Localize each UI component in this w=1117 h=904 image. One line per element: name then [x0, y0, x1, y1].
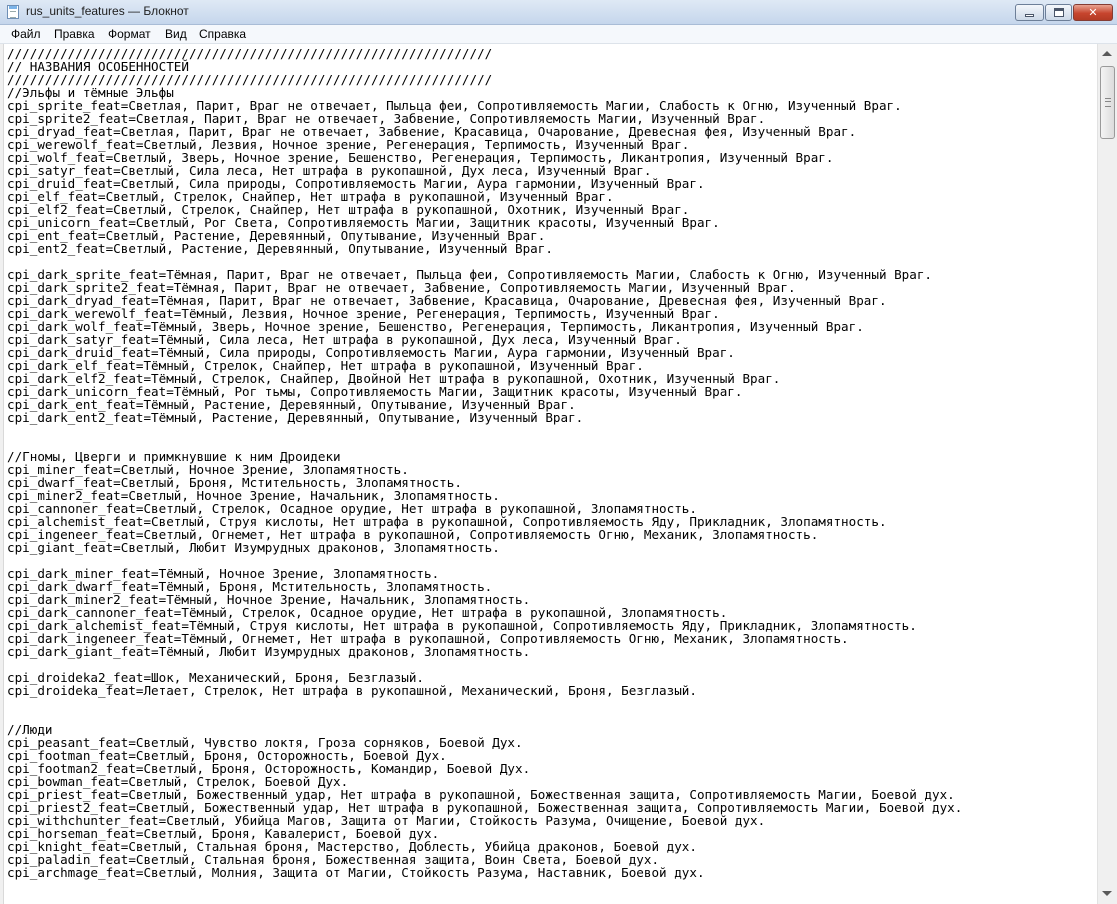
minimize-icon — [1025, 14, 1034, 17]
maximize-icon — [1054, 8, 1064, 17]
notepad-icon[interactable] — [7, 5, 19, 19]
text-line: cpi_ent2_feat=Светлый, Растение, Деревян… — [7, 241, 553, 256]
menu-file[interactable]: Файл — [11, 27, 41, 41]
menu-edit[interactable]: Правка — [54, 27, 95, 41]
minimize-button[interactable] — [1015, 4, 1044, 21]
menu-format[interactable]: Формат — [108, 27, 151, 41]
title-bar[interactable]: rus_units_features — Блокнот ✕ — [0, 0, 1117, 25]
menu-help[interactable]: Справка — [199, 27, 246, 41]
text-content[interactable]: ////////////////////////////////////////… — [4, 44, 1097, 879]
scroll-down-arrow-icon[interactable] — [1102, 891, 1112, 896]
text-line: cpi_dark_ent2_feat=Тёмный, Растение, Дер… — [7, 410, 584, 425]
close-icon: ✕ — [1088, 6, 1098, 19]
text-line: cpi_giant_feat=Светлый, Любит Изумрудных… — [7, 540, 500, 555]
text-line: cpi_dark_giant_feat=Тёмный, Любит Изумру… — [7, 644, 531, 659]
text-line: cpi_archmage_feat=Светлый, Молния, Защит… — [7, 865, 705, 880]
window-title: rus_units_features — Блокнот — [26, 4, 189, 18]
grip-icon — [1105, 98, 1111, 107]
scroll-up-arrow-icon[interactable] — [1102, 51, 1112, 56]
menu-view[interactable]: Вид — [165, 27, 187, 41]
text-editor[interactable]: ////////////////////////////////////////… — [4, 44, 1097, 904]
menu-bar: Файл Правка Формат Вид Справка — [0, 25, 1117, 44]
vertical-scrollbar[interactable] — [1097, 44, 1117, 904]
scroll-thumb[interactable] — [1100, 66, 1115, 139]
text-line: cpi_droideka_feat=Летает, Стрелок, Нет ш… — [7, 683, 697, 698]
close-button[interactable]: ✕ — [1073, 4, 1113, 21]
maximize-button[interactable] — [1045, 4, 1072, 21]
